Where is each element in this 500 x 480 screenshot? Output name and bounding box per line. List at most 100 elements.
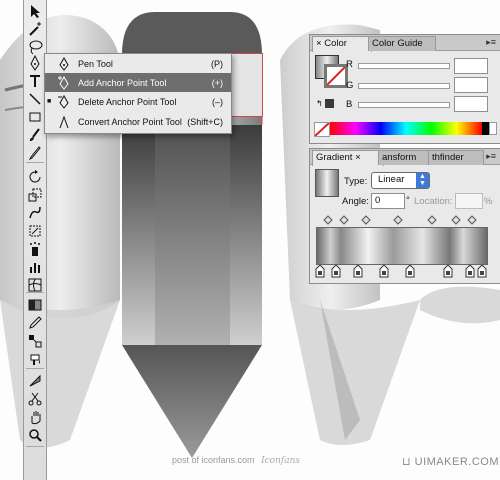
angle-input[interactable]: 0 — [371, 193, 405, 209]
angle-value: 0 — [375, 195, 381, 206]
graph-tool-icon[interactable] — [25, 258, 45, 276]
stroke-swatch[interactable] — [324, 64, 348, 88]
percent-symbol: % — [484, 196, 493, 207]
menu-item-shortcut: (P) — [211, 58, 223, 69]
red-channel-label: R — [346, 59, 353, 70]
gradient-panel: Gradient × ansform thfinder ▸≡ Type: Lin… — [309, 148, 500, 284]
menu-item-shortcut: (Shift+C) — [187, 116, 223, 127]
add-anchor-point-icon — [58, 75, 69, 90]
tab-label: Color — [324, 38, 347, 49]
watermark-uimaker: ⊔ UIMAKER.COM — [402, 455, 499, 468]
paintbrush-tool-icon[interactable] — [25, 126, 45, 144]
free-transform-tool-icon[interactable] — [25, 222, 45, 240]
tab-gradient[interactable]: Gradient × — [312, 150, 384, 166]
symbol-sprayer-tool-icon[interactable] — [25, 240, 45, 258]
menu-item-label: Pen Tool — [78, 58, 113, 69]
delete-anchor-point-tool-menu-item[interactable]: ■ Delete Anchor Point Tool (–) — [45, 92, 231, 111]
angle-label: Angle: — [342, 196, 369, 207]
out-of-gamut-icon[interactable]: ↰ — [316, 99, 323, 108]
watermark-text: post of iconfans.com — [172, 455, 255, 465]
convert-anchor-point-icon — [59, 115, 69, 128]
none-color-button[interactable] — [314, 122, 330, 137]
blue-value-field[interactable] — [454, 96, 488, 112]
menu-item-shortcut: (–) — [212, 96, 223, 107]
panel-menu-icon[interactable]: ▸≡ — [486, 151, 496, 162]
degree-symbol: ° — [406, 195, 410, 206]
tab-color[interactable]: × Color — [312, 36, 372, 52]
color-panel-tabbar: × Color Color Guide ▸≡ — [310, 35, 500, 52]
hand-tool-icon[interactable] — [25, 408, 45, 426]
green-slider[interactable] — [358, 83, 450, 89]
slice-tool-icon[interactable] — [25, 372, 45, 390]
uimaker-logo-icon: ⊔ — [402, 456, 415, 468]
red-slider[interactable] — [358, 63, 450, 69]
watermark-site: UIMAKER.COM — [414, 456, 499, 468]
menu-item-label: Convert Anchor Point Tool — [78, 116, 182, 127]
tab-transform[interactable]: ansform — [378, 150, 434, 165]
gradient-type-value: Linear — [378, 174, 405, 185]
panel-close-icon[interactable]: × — [355, 152, 361, 163]
white-swatch[interactable] — [489, 122, 497, 135]
type-label: Type: — [344, 176, 368, 187]
tab-label: ansform — [382, 152, 417, 163]
panel-close-icon[interactable]: × — [316, 38, 322, 49]
flyout-tearoff-tab[interactable] — [230, 53, 263, 117]
color-spectrum-bar[interactable] — [330, 122, 482, 135]
blue-channel-label: B — [346, 99, 353, 110]
gradient-stops-row — [315, 265, 487, 278]
warp-tool-icon[interactable] — [25, 204, 45, 222]
gradient-type-select[interactable]: Linear ▲ ▼ — [371, 172, 430, 189]
watermark-posted-by: post of iconfans.com Iconfans — [172, 455, 300, 466]
select-arrows-icon: ▲ ▼ — [416, 173, 429, 188]
tab-color-guide[interactable]: Color Guide — [368, 36, 436, 51]
add-anchor-point-tool-menu-item[interactable]: Add Anchor Point Tool (+) — [45, 73, 231, 92]
toolbar-divider — [26, 292, 44, 293]
scissors-tool-icon[interactable] — [25, 390, 45, 408]
black-swatch[interactable] — [482, 122, 489, 135]
type-tool-icon[interactable] — [25, 72, 45, 90]
pen-tool-icon[interactable] — [25, 54, 45, 72]
eyedropper-tool-icon[interactable] — [25, 314, 45, 332]
gradient-slider-bar[interactable] — [316, 227, 488, 265]
rectangle-tool-icon[interactable] — [25, 108, 45, 126]
location-input[interactable] — [455, 193, 483, 209]
pen-tool-flyout-menu: Pen Tool (P) Add Anchor Point Tool (+) ■… — [44, 53, 232, 134]
tab-label: Color Guide — [372, 38, 423, 49]
toolbar-divider — [26, 446, 44, 447]
convert-anchor-point-tool-menu-item[interactable]: Convert Anchor Point Tool (Shift+C) — [45, 112, 231, 131]
blue-slider[interactable] — [358, 102, 450, 108]
red-value-field[interactable] — [454, 58, 488, 74]
tab-label: Gradient — [316, 152, 353, 163]
live-paint-tool-icon[interactable] — [25, 350, 45, 368]
toolbar-divider — [26, 368, 44, 369]
gradient-preview-swatch[interactable] — [315, 169, 339, 197]
delete-anchor-point-icon — [58, 94, 69, 109]
gamut-color-swatch[interactable] — [325, 99, 334, 108]
blend-tool-icon[interactable] — [25, 332, 45, 350]
gradient-midpoint-row — [323, 215, 477, 225]
menu-item-shortcut: (+) — [211, 77, 223, 88]
line-tool-icon[interactable] — [25, 90, 45, 108]
tab-pathfinder[interactable]: thfinder — [428, 150, 484, 165]
panel-menu-icon[interactable]: ▸≡ — [486, 37, 496, 48]
none-slash-icon — [314, 122, 330, 137]
iconfans-logo: Iconfans — [261, 456, 300, 466]
toolbar-divider — [26, 162, 44, 163]
magic-wand-tool-icon[interactable] — [25, 20, 45, 38]
pencil-tool-icon[interactable] — [25, 144, 45, 162]
gradient-panel-tabbar: Gradient × ansform thfinder ▸≡ — [310, 149, 500, 166]
none-slash-icon — [326, 66, 346, 86]
tab-label: thfinder — [432, 152, 464, 163]
gradient-tool-icon[interactable] — [25, 296, 45, 314]
zoom-tool-icon[interactable] — [25, 426, 45, 444]
location-label: Location: — [414, 196, 453, 207]
selection-tool-icon[interactable] — [25, 2, 45, 20]
current-tool-bullet-icon: ■ — [47, 98, 52, 105]
pen-tool-icon — [59, 56, 69, 71]
green-value-field[interactable] — [454, 77, 488, 93]
green-channel-label: G — [346, 80, 354, 91]
scale-tool-icon[interactable] — [25, 186, 45, 204]
pen-tool-menu-item[interactable]: Pen Tool (P) — [45, 54, 231, 73]
rotate-tool-icon[interactable] — [25, 168, 45, 186]
menu-item-label: Add Anchor Point Tool — [78, 77, 167, 88]
